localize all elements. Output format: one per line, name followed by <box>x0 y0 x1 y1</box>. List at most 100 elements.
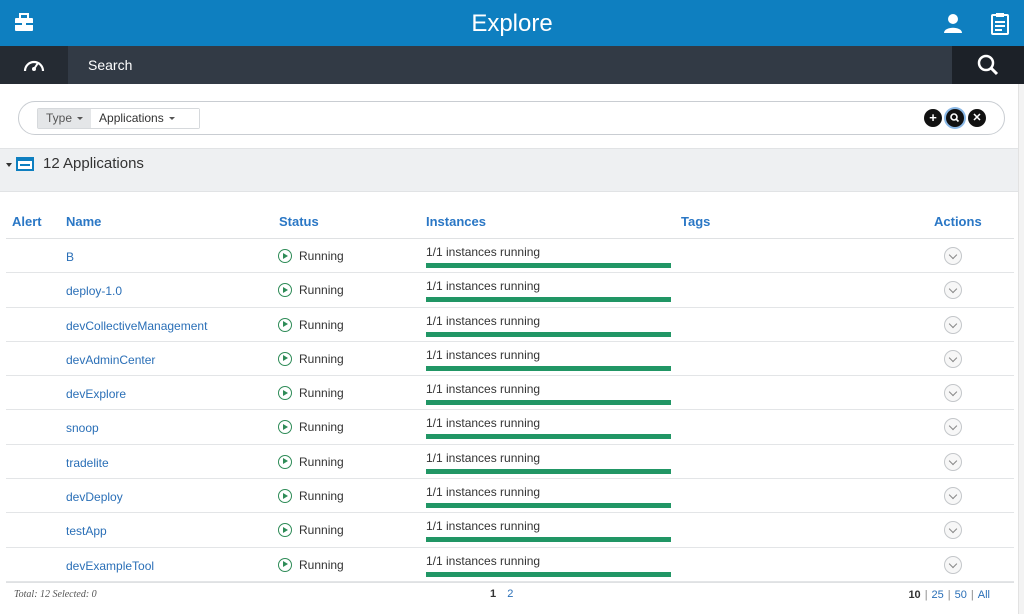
instances-progress-bar <box>426 331 671 337</box>
table-row[interactable]: deploy-1.0 Running 1/1 instances running <box>6 273 1014 308</box>
app-name-link[interactable]: devCollectiveManagement <box>66 319 207 333</box>
instances-progress-bar <box>426 434 671 440</box>
pagination: 1 2 <box>490 588 521 600</box>
magnifier-icon <box>950 113 960 123</box>
column-header-actions: Actions <box>934 214 982 229</box>
status-cell: Running <box>278 419 344 435</box>
app-name-link[interactable]: B <box>66 250 74 264</box>
running-play-icon <box>278 523 292 538</box>
nav-search-tab[interactable]: Search <box>88 46 132 84</box>
app-name-link[interactable]: devAdminCenter <box>66 353 155 367</box>
running-play-icon <box>278 249 292 263</box>
progress-fill <box>426 365 671 371</box>
table-row[interactable]: tradelite Running 1/1 instances running <box>6 445 1014 480</box>
table-row[interactable]: testApp Running 1/1 instances running <box>6 513 1014 548</box>
status-text: Running <box>299 386 344 401</box>
table-row[interactable]: devExplore Running 1/1 instances running <box>6 376 1014 411</box>
actions-chevron-button[interactable] <box>944 487 962 506</box>
app-name-link[interactable]: deploy-1.0 <box>66 284 122 298</box>
instances-text: 1/1 instances running <box>426 313 541 328</box>
table-row[interactable]: snoop Running 1/1 instances running <box>6 410 1014 445</box>
section-title: 12 Applications <box>43 155 144 172</box>
actions-chevron-button[interactable] <box>944 452 962 471</box>
actions-chevron-button[interactable] <box>944 418 962 437</box>
running-play-icon <box>278 557 292 572</box>
app-name-link[interactable]: devDeploy <box>66 490 123 504</box>
clipboard-icon[interactable] <box>988 11 1012 35</box>
column-header-tags[interactable]: Tags <box>681 214 710 229</box>
search-button[interactable] <box>952 46 1024 84</box>
page-2-link[interactable]: 2 <box>507 588 513 600</box>
filter-value-dropdown[interactable]: Applications <box>91 109 199 128</box>
status-text: Running <box>299 557 344 572</box>
dashboard-button[interactable] <box>0 46 68 84</box>
page-size-all[interactable]: All <box>978 589 990 601</box>
page-size-25[interactable]: 25 <box>932 589 944 601</box>
progress-fill <box>426 503 671 509</box>
page-1-link[interactable]: 1 <box>490 588 496 600</box>
status-cell: Running <box>278 282 344 298</box>
column-header-status[interactable]: Status <box>279 214 319 229</box>
instances-text: 1/1 instances running <box>426 416 541 431</box>
app-name-link[interactable]: tradelite <box>66 456 109 470</box>
instances-progress-bar <box>426 297 671 303</box>
progress-fill <box>426 468 671 474</box>
user-icon[interactable] <box>941 11 965 35</box>
status-text: Running <box>299 317 344 332</box>
actions-chevron-button[interactable] <box>944 281 962 300</box>
separator: | <box>947 589 951 601</box>
actions-chevron-button[interactable] <box>944 247 962 265</box>
status-text: Running <box>299 351 344 366</box>
instances-progress-bar <box>426 537 671 543</box>
instances-progress-bar <box>426 365 671 371</box>
progress-fill <box>426 331 671 337</box>
add-filter-button[interactable]: + <box>924 109 942 127</box>
status-text: Running <box>299 489 344 504</box>
status-cell: Running <box>278 385 344 401</box>
run-search-button[interactable] <box>946 109 964 127</box>
app-name-link[interactable]: devExampleTool <box>66 559 154 573</box>
actions-chevron-button[interactable] <box>944 555 962 574</box>
actions-chevron-button[interactable] <box>944 521 962 540</box>
status-text: Running <box>299 523 344 538</box>
total-selected-text: Total: 12 Selected: 0 <box>14 589 97 600</box>
app-name-link[interactable]: devExplore <box>66 387 126 401</box>
filter-type-dropdown[interactable]: Type <box>38 109 92 128</box>
clear-filter-button[interactable]: ✕ <box>968 109 986 127</box>
table-row[interactable]: B Running 1/1 instances running <box>6 239 1014 274</box>
table-row[interactable]: devCollectiveManagement Running 1/1 instan… <box>6 308 1014 342</box>
instances-text: 1/1 instances running <box>426 519 541 534</box>
column-header-alert[interactable]: Alert <box>12 214 42 229</box>
table-row[interactable]: devAdminCenter Running 1/1 instances runni… <box>6 342 1014 377</box>
table-row[interactable]: devExampleTool Running 1/1 instances runni… <box>6 548 1014 582</box>
app-header: Explore <box>0 0 1024 46</box>
status-cell: Running <box>278 488 344 504</box>
running-play-icon <box>278 386 292 401</box>
progress-fill <box>426 400 671 406</box>
progress-fill <box>426 263 671 268</box>
progress-fill <box>426 537 671 543</box>
instances-progress-bar <box>426 503 671 509</box>
filter-pill[interactable]: Type Applications <box>37 108 200 129</box>
actions-chevron-button[interactable] <box>944 384 962 403</box>
page-size-10[interactable]: 10 <box>908 589 920 601</box>
instances-text: 1/1 instances running <box>426 485 541 500</box>
app-name-link[interactable]: snoop <box>66 421 99 435</box>
column-header-name[interactable]: Name <box>66 214 101 229</box>
actions-chevron-button[interactable] <box>944 315 962 334</box>
page-size-50[interactable]: 50 <box>955 589 967 601</box>
status-cell: Running <box>278 351 344 367</box>
scrollbar[interactable] <box>1018 84 1024 614</box>
separator: | <box>924 589 928 601</box>
app-name-link[interactable]: testApp <box>66 524 107 538</box>
instances-progress-bar <box>426 263 671 268</box>
status-cell: Running <box>278 522 344 538</box>
status-cell: Running <box>278 454 344 470</box>
instances-text: 1/1 instances running <box>426 450 541 465</box>
column-header-instances[interactable]: Instances <box>426 214 486 229</box>
table-row[interactable]: devDeploy Running 1/1 instances running <box>6 479 1014 514</box>
applications-section-header[interactable]: 12 Applications <box>0 148 1024 192</box>
actions-chevron-button[interactable] <box>944 349 962 368</box>
collapse-toggle-icon[interactable] <box>6 163 12 167</box>
running-play-icon <box>278 489 292 504</box>
